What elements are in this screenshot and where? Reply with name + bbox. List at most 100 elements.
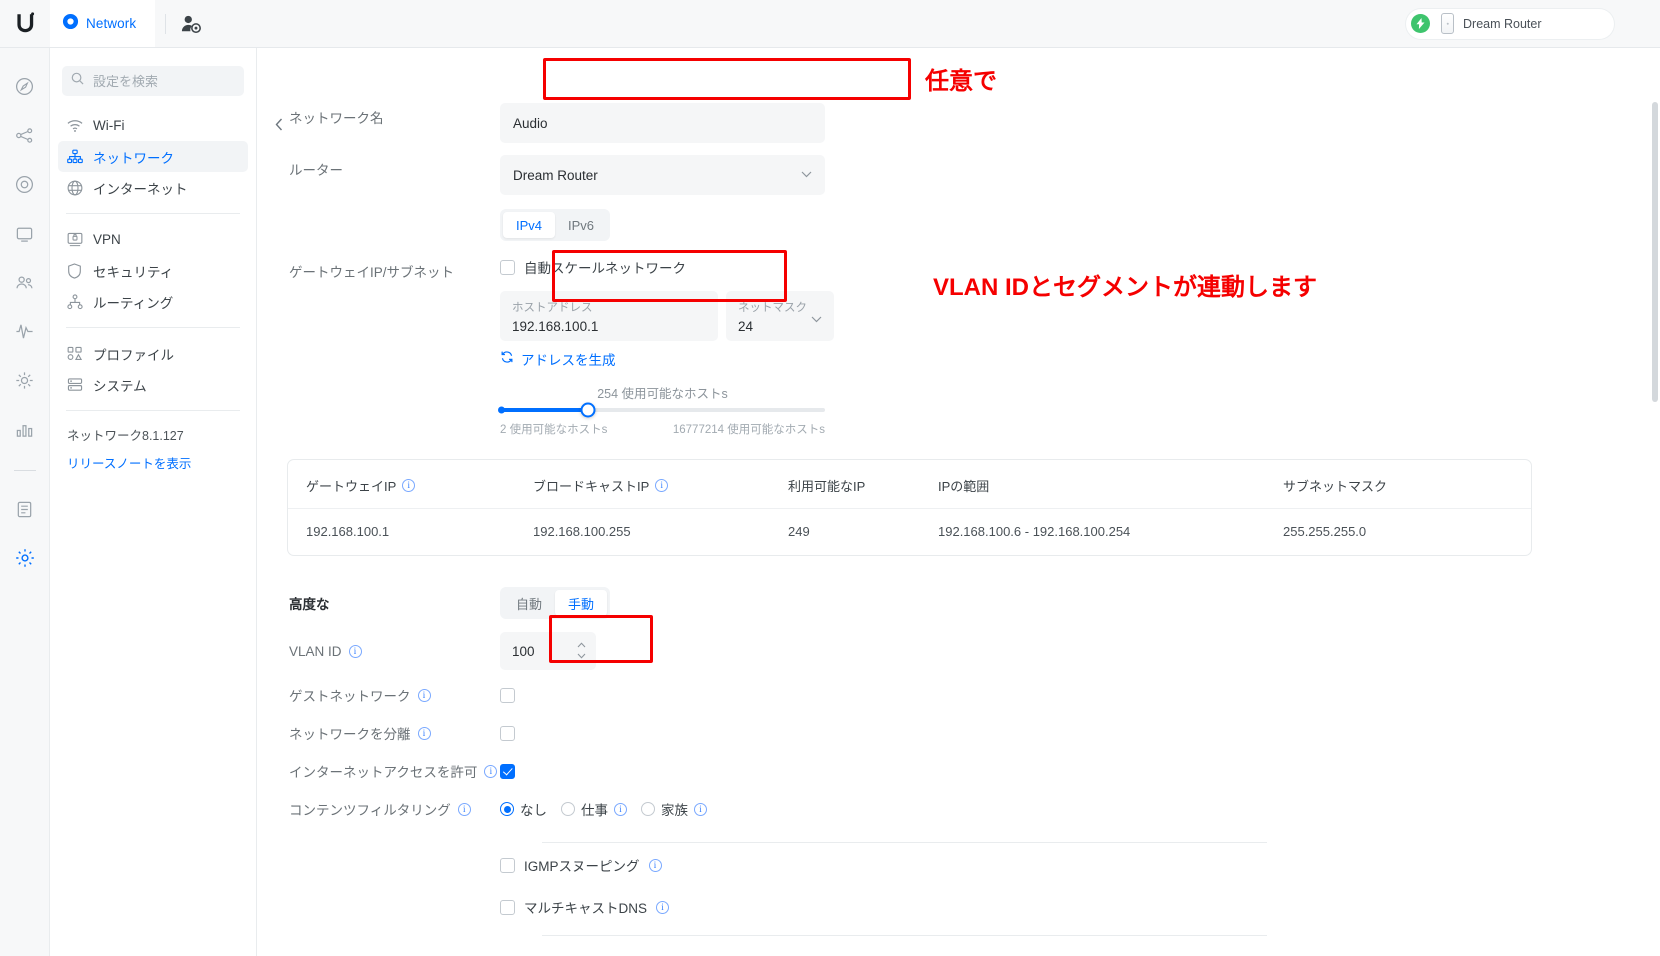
ubiquiti-logo-icon[interactable] [0,0,50,47]
topology-icon[interactable] [7,117,43,153]
info-icon[interactable]: i [417,688,431,702]
device-selector-pill[interactable]: Dream Router [1406,8,1614,39]
logs-icon[interactable] [7,491,43,527]
radar-icon[interactable] [7,166,43,202]
hosts-slider-caption: 254 使用可能なホストs [597,387,728,401]
guest-network-checkbox[interactable] [500,687,515,703]
search-input[interactable] [91,72,235,90]
chevron-down-icon[interactable] [577,653,586,660]
insights-icon[interactable] [7,313,43,349]
search-icon [71,72,84,90]
ip-version-wrap: IPv4 IPv6 [500,209,1630,241]
settings-icon[interactable] [7,540,43,576]
info-icon[interactable]: i [348,644,362,658]
info-icon[interactable]: i [614,802,627,816]
subnet-summary-table: ゲートウェイIP i ブロードキャストIP i 利用可能なIP IPの範囲 サブ… [287,459,1532,556]
radio-content-family-label: 家族 [661,803,688,818]
tab-ipv6[interactable]: IPv6 [555,212,607,238]
protect-icon[interactable] [7,362,43,398]
guest-network-label-wrap: ゲストネットワーク i [257,685,500,705]
chevron-left-icon[interactable] [267,110,291,138]
table-header-broadcast-ip-label: ブロードキャストIP [533,479,650,494]
dashboard-icon[interactable] [7,68,43,104]
info-icon[interactable]: i [402,479,416,492]
body-wrapper: Wi-Fi ネットワーク インターネット [0,48,1660,956]
statistics-icon[interactable] [7,411,43,447]
sidebar-item-security[interactable]: セキュリティ [58,255,248,286]
sidebar-item-system[interactable]: システム [58,369,248,400]
igmp-snooping-row[interactable]: IGMPスヌーピング i [500,855,662,875]
vertical-scrollbar[interactable] [1650,96,1660,956]
sidebar-item-vpn[interactable]: VPN [58,224,248,255]
netmask-value: 24 [738,319,754,334]
radio-content-work[interactable]: 仕事 i [561,799,627,819]
sidebar-item-wifi[interactable]: Wi-Fi [58,110,248,141]
user-settings-icon[interactable] [180,0,202,47]
tab-manual[interactable]: 手動 [555,590,608,616]
tab-ipv4[interactable]: IPv4 [503,212,556,238]
network-name-input[interactable]: Audio [500,103,825,143]
router-select[interactable]: Dream Router [500,155,825,195]
sidebar-item-routing[interactable]: ルーティング [58,286,248,317]
row-guest-network: ゲストネットワーク i [257,676,1630,714]
sidebar-item-vpn-label: VPN [93,232,121,247]
radio-content-none-input[interactable] [500,802,514,816]
multicast-dns-label: マルチキャストDNS [524,901,648,916]
netmask-label: ネットマスク [738,302,807,314]
chevron-up-icon[interactable] [577,642,586,649]
hosts-slider-track[interactable] [498,402,825,418]
sidebar-item-network[interactable]: ネットワーク [58,141,248,172]
info-icon[interactable]: i [417,726,431,740]
igmp-snooping-checkbox[interactable] [500,857,515,873]
advanced-mode-wrap: 自動 手動 [500,587,1630,619]
info-icon[interactable]: i [694,802,707,816]
main-panel: ネットワーク名 Audio ルーター Dream Router IPv4 IPv… [257,48,1660,956]
info-icon[interactable]: i [457,802,471,816]
radio-content-work-input[interactable] [561,802,575,816]
sidebar-group-3: プロファイル システム [50,338,256,400]
isolate-network-label: ネットワークを分離 [289,727,411,742]
multicast-dns-row[interactable]: マルチキャストDNS i [500,897,670,917]
host-address-field[interactable]: ホストアドレス 192.168.100.1 [500,291,718,341]
search-box[interactable] [62,66,244,96]
scrollbar-thumb[interactable] [1652,102,1658,402]
isolate-network-field [500,725,1630,741]
sidebar-item-internet[interactable]: インターネット [58,172,248,203]
network-name-field-wrap: Audio [500,103,1630,143]
icon-rail [0,48,50,956]
radio-content-family[interactable]: 家族 i [641,799,707,819]
shield-icon [66,262,83,279]
allow-internet-field [500,763,1630,779]
release-notes-link[interactable]: リリースノートを表示 [67,453,239,472]
hosts-slider-thumb[interactable] [580,402,596,418]
tab-network[interactable]: Network [50,0,155,47]
sidebar-item-profiles[interactable]: プロファイル [58,338,248,369]
devices-icon[interactable] [7,215,43,251]
igmp-snooping-label: IGMPスヌーピング [524,859,640,874]
sidebar-group-1: Wi-Fi ネットワーク インターネット [50,110,256,203]
mdns-field: マルチキャストDNS i [500,897,1630,917]
info-icon[interactable]: i [648,858,662,872]
multicast-dns-checkbox[interactable] [500,899,515,915]
info-icon[interactable]: i [484,764,498,778]
radio-content-none[interactable]: なし [500,799,547,819]
table-header-available-ip: 利用可能なIP [788,479,866,494]
auto-scale-checkbox[interactable] [500,259,515,275]
sidebar-divider-3 [66,410,240,411]
vlan-id-stepper[interactable]: 100 [500,632,596,670]
vpn-icon [66,232,83,247]
top-bar: Network Dream Router [0,0,1660,48]
generate-address-link[interactable]: アドレスを生成 [500,349,1630,369]
auto-scale-row[interactable]: 自動スケールネットワーク [500,257,1630,277]
isolate-network-checkbox[interactable] [500,725,515,741]
tab-auto[interactable]: 自動 [503,590,555,616]
radio-content-family-input[interactable] [641,802,655,816]
info-icon[interactable]: i [655,479,669,492]
row-ip-version: IPv4 IPv6 [257,209,1630,241]
clients-icon[interactable] [7,264,43,300]
info-icon[interactable]: i [656,900,670,914]
netmask-field[interactable]: ネットマスク 24 [726,291,834,341]
sidebar-item-security-label: セキュリティ [93,264,174,280]
allow-internet-checkbox[interactable] [500,763,515,779]
